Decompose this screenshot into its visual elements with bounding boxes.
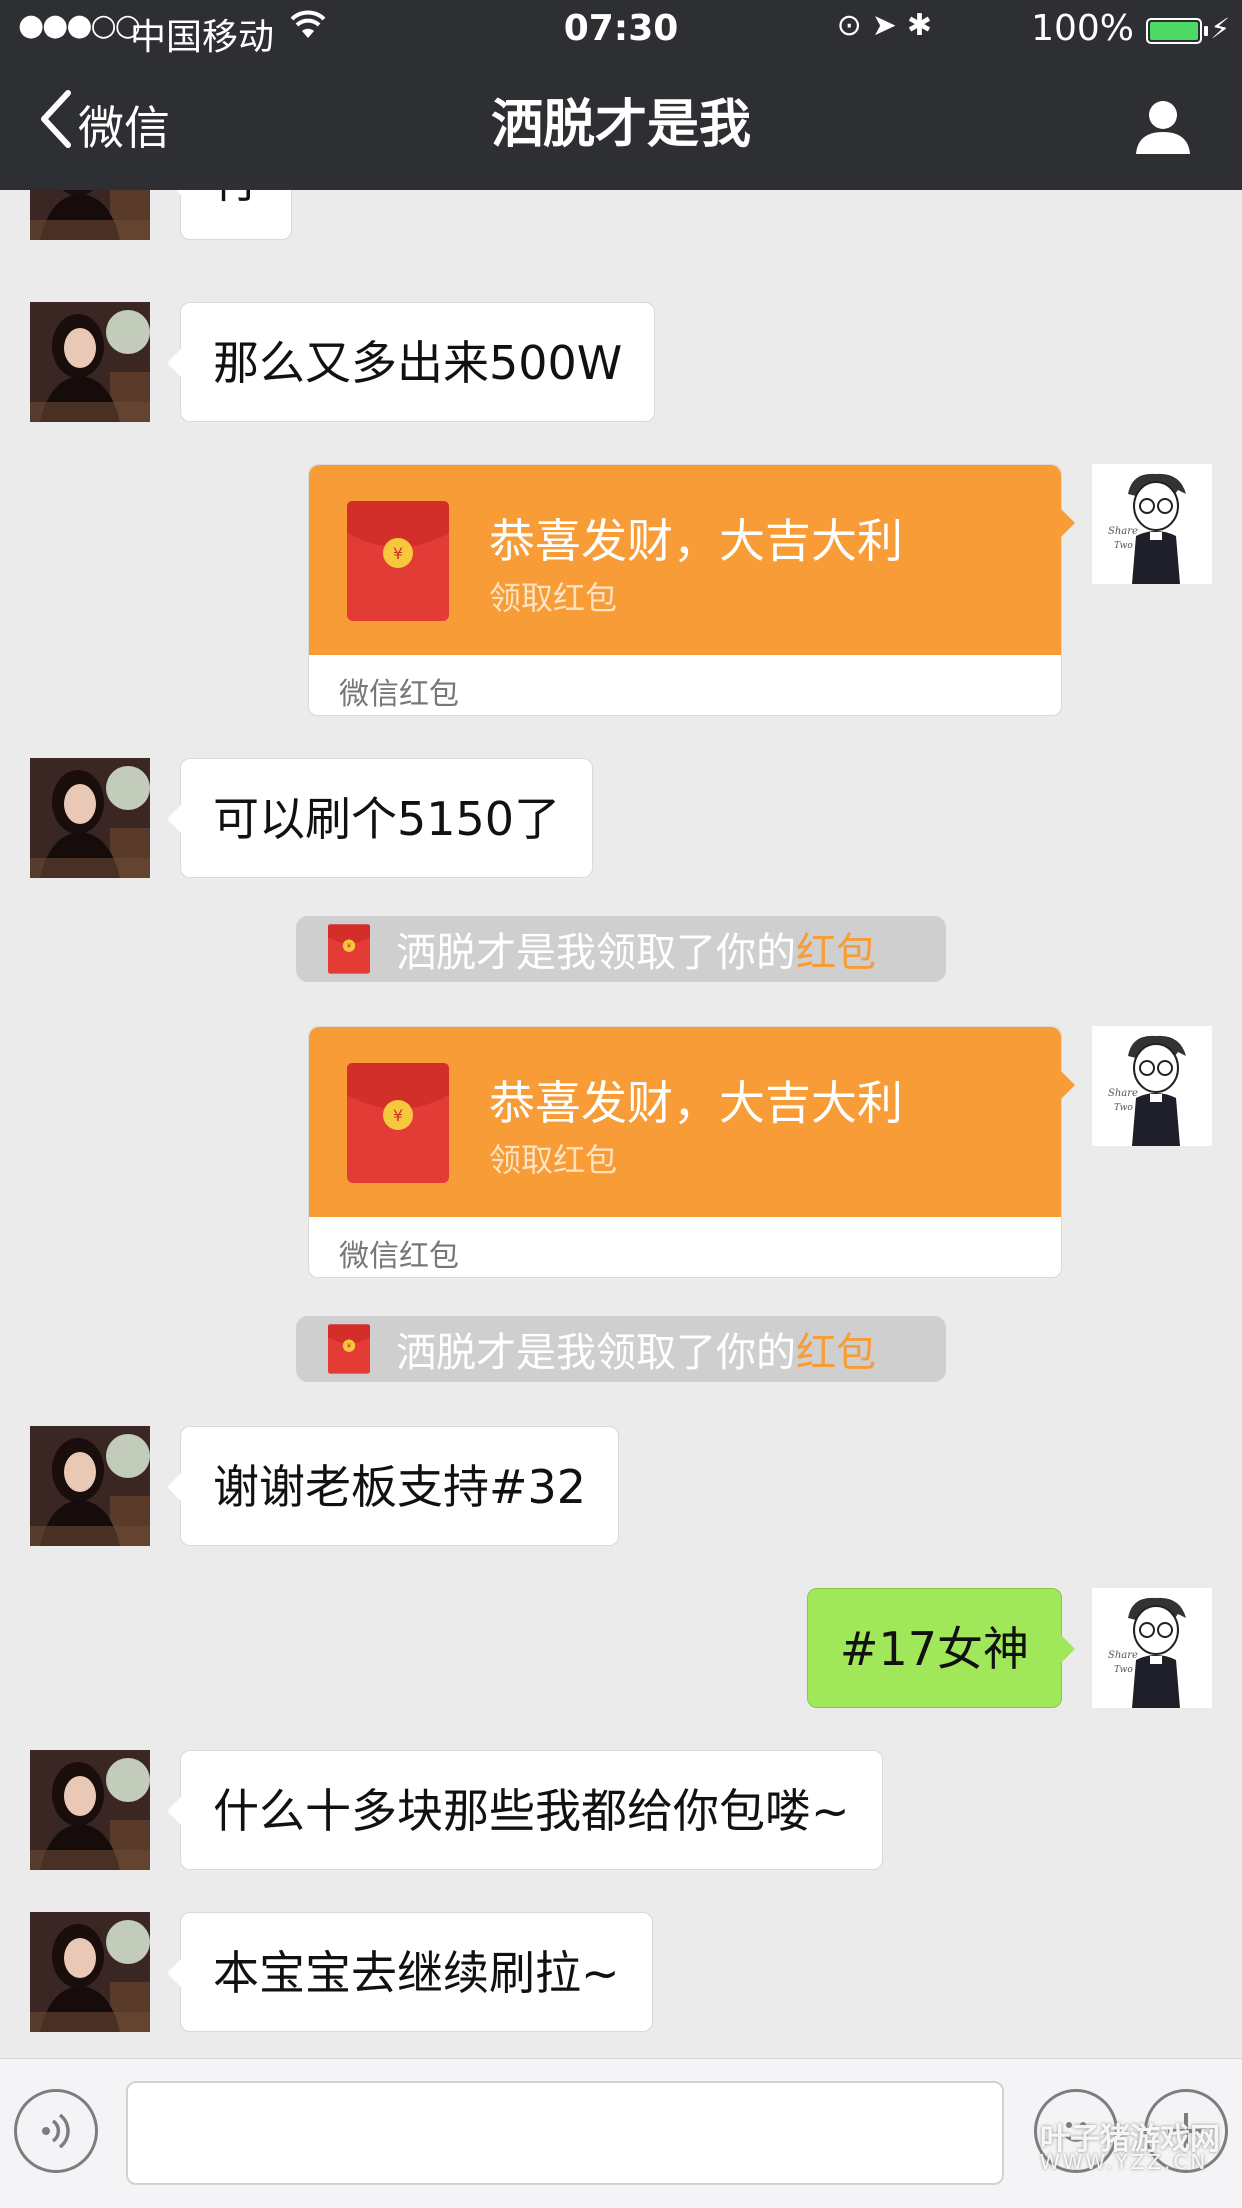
message-bubble[interactable]: 行 [167, 190, 292, 240]
chat-area[interactable]: 行 那么又多出来500W 恭喜发财，大吉大利 领取红包 微信红包 可以刷个515… [0, 190, 1242, 2058]
red-envelope-icon [347, 501, 449, 621]
nav-bar: 微信 洒脱才是我 [0, 62, 1242, 190]
battery-icon [1146, 18, 1208, 44]
contact-avatar[interactable] [30, 302, 150, 422]
battery-percent: 100% [1031, 8, 1134, 49]
message-bubble[interactable]: 什么十多块那些我都给你包喽~ [167, 1750, 883, 1870]
red-packet-footer: 微信红包 [339, 677, 459, 712]
red-packet-action: 领取红包 [489, 1141, 618, 1179]
red-packet-footer: 微信红包 [339, 1239, 459, 1274]
my-avatar[interactable] [1092, 1026, 1212, 1146]
location-icon: ➤ [871, 8, 907, 43]
red-packet-greeting: 恭喜发财，大吉大利 [489, 514, 903, 568]
rotation-lock-icon: ⊙ [836, 8, 872, 43]
notice-text: 洒脱才是我领取了你的 [396, 1330, 796, 1376]
my-avatar[interactable] [1092, 1588, 1212, 1708]
red-envelope-icon [328, 924, 370, 974]
notice-text: 洒脱才是我领取了你的 [396, 930, 796, 976]
message-bubble[interactable]: #17女神 [806, 1588, 1076, 1708]
voice-icon [42, 2113, 70, 2149]
message-bubble[interactable]: 那么又多出来500W [166, 302, 656, 422]
contact-avatar[interactable] [30, 1912, 150, 2032]
contact-avatar[interactable] [30, 190, 150, 240]
red-packet-greeting: 恭喜发财，大吉大利 [489, 1076, 903, 1130]
message-bubble[interactable]: 谢谢老板支持#32 [166, 1426, 620, 1546]
red-packet[interactable]: 恭喜发财，大吉大利 领取红包 微信红包 [308, 1026, 1075, 1278]
notice-link[interactable]: 红包 [796, 1320, 876, 1378]
bluetooth-icon: ✱ [906, 8, 942, 43]
person-icon[interactable] [1134, 98, 1192, 156]
watermark-url: WWW.YZZ.CN [1040, 2150, 1209, 2174]
chat-title: 洒脱才是我 [490, 95, 751, 155]
message-bubble[interactable]: 本宝宝去继续刷拉~ [167, 1912, 653, 2032]
system-notice: 洒脱才是我领取了你的 红包 [296, 1316, 946, 1382]
my-avatar[interactable] [1092, 464, 1212, 584]
red-envelope-icon [328, 1324, 370, 1374]
red-envelope-icon [347, 1063, 449, 1183]
message-bubble[interactable]: 可以刷个5150了 [166, 758, 594, 878]
contact-avatar[interactable] [30, 1426, 150, 1546]
notice-link[interactable]: 红包 [796, 920, 876, 978]
status-bar: ●●●○○ 中国移动 07:30 ⊙➤✱ 100% ⚡ [0, 0, 1242, 62]
voice-button[interactable] [14, 2089, 98, 2173]
status-icons: ⊙➤✱ [837, 8, 942, 43]
system-notice: 洒脱才是我领取了你的 红包 [296, 916, 946, 982]
charging-icon: ⚡ [1210, 12, 1230, 45]
contact-avatar[interactable] [30, 758, 150, 878]
red-packet-action: 领取红包 [489, 579, 618, 617]
message-input[interactable] [126, 2081, 1004, 2185]
red-packet[interactable]: 恭喜发财，大吉大利 领取红包 微信红包 [308, 464, 1075, 716]
contact-avatar[interactable] [30, 1750, 150, 1870]
